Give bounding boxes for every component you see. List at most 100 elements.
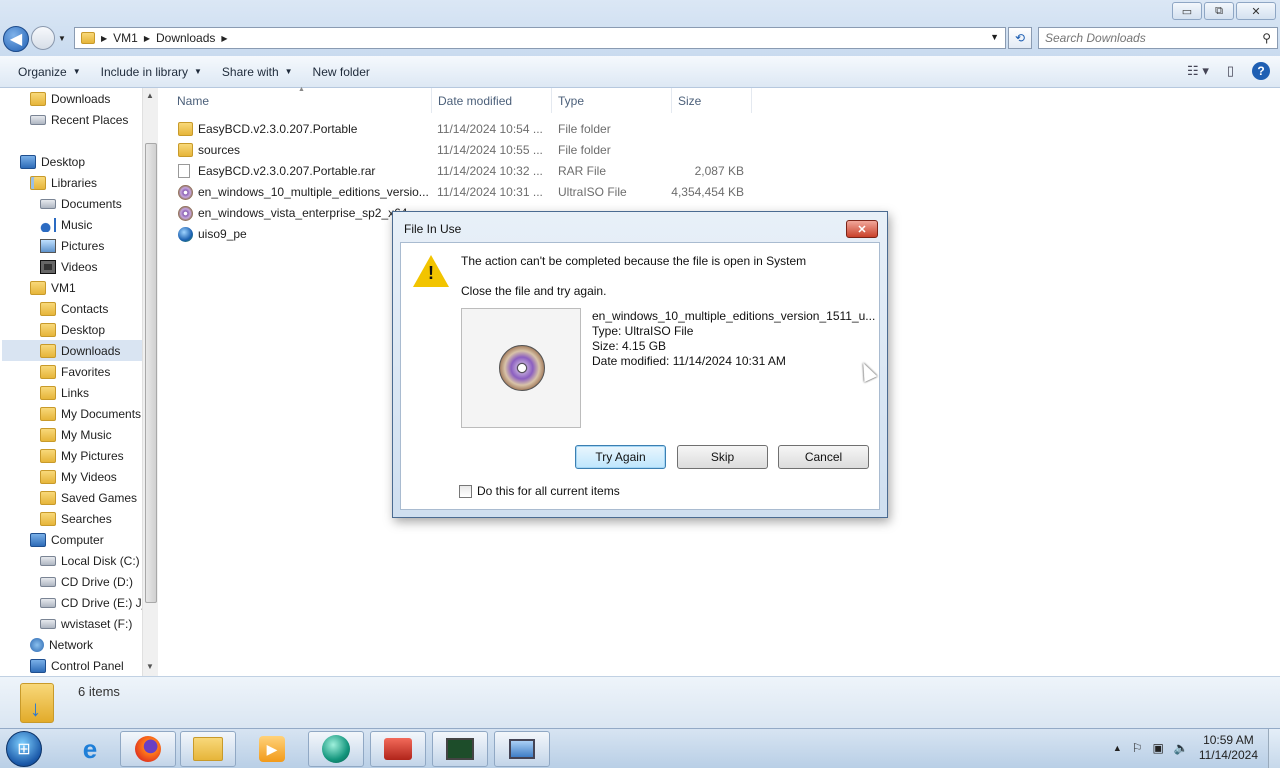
- search-input[interactable]: [1045, 31, 1245, 45]
- folder-icon: [40, 469, 56, 484]
- navigation-row: ◀ ▼ ▶ VM1 ▶ Downloads ▶ ▼ ⟲ ⚲: [0, 24, 1280, 52]
- chevron-down-icon: ▼: [72, 67, 81, 76]
- search-icon[interactable]: ⚲: [1262, 31, 1271, 45]
- start-button[interactable]: ⊞: [6, 731, 42, 767]
- folder-icon: [40, 301, 56, 316]
- file-name: EasyBCD.v2.3.0.207.Portable.rar: [198, 164, 376, 178]
- address-dropdown-icon[interactable]: ▼: [990, 32, 999, 42]
- taskbar-firefox[interactable]: [120, 731, 176, 767]
- column-header-size[interactable]: Size: [672, 88, 752, 113]
- show-desktop-button[interactable]: [1268, 729, 1280, 768]
- nav-item-network[interactable]: Network: [30, 634, 93, 655]
- back-button[interactable]: ◀: [3, 26, 29, 52]
- globe-icon: [178, 227, 193, 242]
- new-folder-button[interactable]: New folder: [303, 57, 380, 87]
- nav-item-wvistaset-f[interactable]: wvistaset (F:): [40, 613, 132, 634]
- file-row[interactable]: EasyBCD.v2.3.0.207.Portable.rar 11/14/20…: [160, 161, 760, 182]
- nav-item-music[interactable]: Music: [40, 214, 92, 235]
- nav-item-my-videos[interactable]: My Videos: [40, 466, 117, 487]
- nav-item-my-music[interactable]: My Music: [40, 424, 112, 445]
- taskbar-toolbox[interactable]: [370, 731, 426, 767]
- view-options-icon[interactable]: ☷ ▾: [1187, 63, 1209, 79]
- skip-button[interactable]: Skip: [677, 445, 768, 469]
- nav-item-desktop[interactable]: Desktop: [20, 151, 85, 172]
- nav-item-label: Searches: [61, 511, 112, 526]
- column-header-date[interactable]: Date modified: [432, 88, 552, 113]
- scroll-up-icon[interactable]: ▲: [146, 91, 154, 100]
- nav-item-contacts[interactable]: Contacts: [40, 298, 108, 319]
- share-with-menu[interactable]: Share with ▼: [212, 57, 303, 87]
- network-icon[interactable]: ▣: [1153, 741, 1164, 755]
- nav-item-recent-places[interactable]: Recent Places: [30, 109, 128, 130]
- taskbar-media-player[interactable]: ▶: [244, 731, 300, 767]
- include-in-library-menu[interactable]: Include in library ▼: [91, 57, 212, 87]
- taskbar-app-teal[interactable]: [308, 731, 364, 767]
- file-row[interactable]: sources 11/14/2024 10:55 ... File folder: [160, 140, 760, 161]
- nav-item-cd-drive-d[interactable]: CD Drive (D:): [40, 571, 133, 592]
- volume-muted-icon[interactable]: 🔈: [1174, 741, 1189, 755]
- nav-item-libraries[interactable]: Libraries: [30, 172, 97, 193]
- help-icon[interactable]: ?: [1252, 62, 1270, 80]
- nav-item-favorites[interactable]: Favorites: [40, 361, 110, 382]
- taskbar-task-manager[interactable]: [432, 731, 488, 767]
- taskbar-remote-desktop[interactable]: [494, 731, 550, 767]
- breadcrumb-downloads[interactable]: Downloads: [156, 31, 215, 45]
- nav-item-my-documents[interactable]: My Documents: [40, 403, 141, 424]
- nav-item-label: My Videos: [61, 469, 117, 484]
- nav-item-label: CD Drive (D:): [61, 574, 133, 589]
- cancel-button[interactable]: Cancel: [778, 445, 869, 469]
- close-window-button[interactable]: ✕: [1236, 2, 1276, 20]
- nav-item-desktop-folder[interactable]: Desktop: [40, 319, 105, 340]
- address-bar[interactable]: ▶ VM1 ▶ Downloads ▶ ▼: [74, 27, 1006, 49]
- nav-item-my-pictures[interactable]: My Pictures: [40, 445, 124, 466]
- nav-item-label: Documents: [61, 196, 122, 211]
- action-center-icon[interactable]: ⚐: [1132, 741, 1143, 755]
- column-header-type[interactable]: Type: [552, 88, 672, 113]
- nav-item-saved-games[interactable]: Saved Games: [40, 487, 137, 508]
- preview-pane-icon[interactable]: ▯: [1227, 63, 1234, 79]
- taskbar-windows-explorer[interactable]: [180, 731, 236, 767]
- apply-to-all-option[interactable]: Do this for all current items: [459, 484, 620, 498]
- nav-item-videos[interactable]: Videos: [40, 256, 97, 277]
- try-again-button[interactable]: Try Again: [575, 445, 666, 469]
- forward-button[interactable]: [31, 26, 55, 50]
- file-in-use-dialog: File In Use ✕ The action can't be comple…: [392, 211, 888, 518]
- file-type: File folder: [558, 122, 611, 136]
- nav-item-links[interactable]: Links: [40, 382, 89, 403]
- scroll-down-icon[interactable]: ▼: [146, 662, 154, 671]
- nav-scrollbar[interactable]: ▲ ▼: [142, 88, 158, 676]
- iso-icon: [178, 185, 193, 200]
- nav-item-control-panel[interactable]: Control Panel: [30, 655, 124, 676]
- search-box[interactable]: ⚲: [1038, 27, 1278, 49]
- nav-item-cd-drive-e[interactable]: CD Drive (E:) J_: [40, 592, 148, 613]
- file-date: 11/14/2024 10:54 ...: [437, 122, 543, 136]
- clock[interactable]: 10:59 AM 11/14/2024: [1199, 733, 1258, 763]
- taskbar-internet-explorer[interactable]: e: [62, 731, 118, 767]
- refresh-button[interactable]: ⟲: [1008, 27, 1032, 49]
- minimize-button[interactable]: ▭: [1172, 2, 1202, 20]
- breadcrumb-vm1[interactable]: VM1: [113, 31, 138, 45]
- apply-to-all-checkbox[interactable]: [459, 484, 472, 498]
- nav-item-pictures[interactable]: Pictures: [40, 235, 104, 256]
- column-header-label: Size: [678, 93, 702, 108]
- recent-pages-dropdown[interactable]: ▼: [58, 34, 66, 43]
- maximize-button[interactable]: ⧉: [1204, 2, 1234, 20]
- file-row[interactable]: en_windows_10_multiple_editions_versio..…: [160, 182, 760, 203]
- organize-menu[interactable]: Organize ▼: [8, 57, 91, 87]
- show-hidden-icons-icon[interactable]: ▲: [1113, 743, 1122, 753]
- scrollbar-thumb[interactable]: [145, 143, 157, 603]
- nav-item-downloads[interactable]: Downloads: [2, 340, 142, 361]
- column-header-name[interactable]: Name ▲: [160, 86, 432, 113]
- file-row[interactable]: EasyBCD.v2.3.0.207.Portable 11/14/2024 1…: [160, 119, 760, 140]
- dialog-close-button[interactable]: ✕: [846, 220, 878, 238]
- nav-item-documents[interactable]: Documents: [40, 193, 122, 214]
- nav-item-searches[interactable]: Searches: [40, 508, 112, 529]
- folder-icon: [40, 511, 56, 526]
- folder-icon: [40, 364, 56, 379]
- clock-date: 11/14/2024: [1198, 748, 1258, 762]
- nav-item-local-disk-c[interactable]: Local Disk (C:): [40, 550, 140, 571]
- nav-item-label: Desktop: [41, 154, 86, 169]
- nav-item-downloads-favorite[interactable]: Downloads: [30, 88, 110, 109]
- nav-item-computer[interactable]: Computer: [30, 529, 104, 550]
- nav-item-vm1[interactable]: VM1: [30, 277, 76, 298]
